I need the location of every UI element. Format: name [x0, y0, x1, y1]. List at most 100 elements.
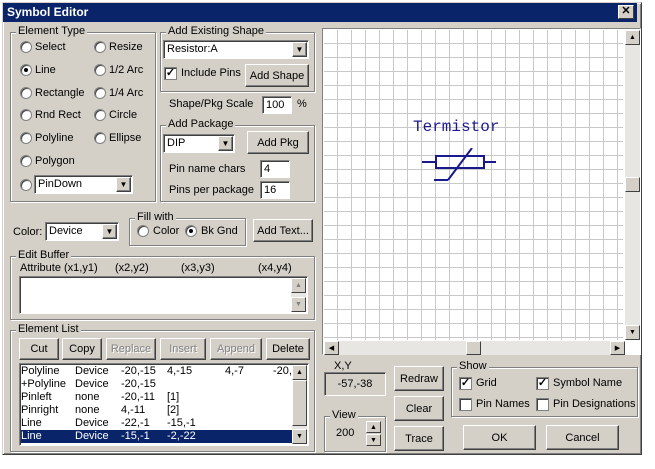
element-type-radio-1-2-arc[interactable] [94, 64, 106, 76]
element-list-row[interactable]: Line Device -15,-1 -2,-22 [21, 430, 307, 443]
arrow-left-icon: ◀ [328, 345, 335, 352]
show-pin-names-checkbox[interactable] [459, 398, 472, 411]
fill-color-radio[interactable] [137, 225, 149, 237]
color-label: Color: [13, 226, 43, 238]
element-list-cell-type: Line [21, 430, 42, 442]
element-list-cell-p2 [167, 378, 225, 391]
element-type-label-polyline: Polyline [35, 132, 74, 144]
edit-buffer-scroll-down-button[interactable]: ▼ [291, 297, 306, 312]
edit-buffer-textarea[interactable] [19, 276, 308, 314]
element-type-radio-polyline[interactable] [20, 132, 32, 144]
insert-button[interactable]: Insert [160, 338, 206, 360]
copy-button-label: Copy [69, 343, 95, 355]
view-zoom-down-button[interactable]: ▼ [366, 434, 381, 446]
add-text-button[interactable]: Add Text... [253, 219, 313, 242]
color-dropdown-button[interactable]: ▼ [102, 224, 117, 239]
element-type-radio-polygon[interactable] [20, 155, 32, 167]
chevron-down-icon: ▼ [105, 227, 114, 236]
canvas-scroll-left-button[interactable]: ◀ [324, 341, 339, 355]
shape-dropdown-button[interactable]: ▼ [292, 42, 307, 57]
canvas-scroll-up-button[interactable]: ▲ [625, 30, 640, 45]
cancel-button[interactable]: Cancel [546, 425, 619, 450]
arrow-up-icon: ▲ [295, 282, 302, 289]
append-button[interactable]: Append [210, 338, 262, 360]
element-list-cell-p3 [225, 391, 273, 404]
element-list-cell-p1: 4,-11 [121, 404, 146, 416]
fill-color-label: Color [153, 225, 180, 237]
canvas-scroll-right-button[interactable]: ▶ [610, 341, 625, 355]
element-list-cell-p2: [1] [167, 391, 180, 403]
pins-per-package-input[interactable]: 16 [260, 181, 290, 199]
xy-readout: -57,-38 [324, 372, 386, 396]
element-type-radio-1-4-arc[interactable] [94, 87, 106, 99]
element-type-radio-ellipse[interactable] [94, 132, 106, 144]
element-type-radio-rectangle[interactable] [20, 87, 32, 99]
element-list-cell-type: Line [21, 417, 42, 429]
package-dropdown-button[interactable]: ▼ [218, 136, 233, 151]
element-type-radio-line[interactable] [20, 64, 32, 76]
pin-direction-value: PinDown [38, 178, 83, 190]
replace-button[interactable]: Replace [106, 338, 156, 360]
element-list-row[interactable]: Polyline Device -20,-15 4,-15 4,-7 -20,-7 [21, 365, 307, 378]
element-list-row[interactable]: +Polyline Device -20,-15 [21, 378, 307, 391]
edit-buffer-label: Edit Buffer [16, 249, 72, 262]
canvas-scroll-down-button[interactable]: ▼ [625, 325, 640, 340]
fill-bkgnd-label: Bk Gnd [201, 225, 238, 237]
edit-buffer-header-x4y4: (x4,y4) [258, 262, 292, 274]
add-pkg-button[interactable]: Add Pkg [247, 131, 309, 154]
element-type-radio-resize[interactable] [94, 41, 106, 53]
show-grid-checkbox[interactable]: ✓ [459, 377, 472, 390]
thermistor-diagonal [447, 148, 473, 181]
element-type-radio-circle[interactable] [94, 109, 106, 121]
element-type-radio-rnd-rect[interactable] [20, 109, 32, 121]
element-type-radio-pin[interactable] [20, 179, 32, 191]
show-grid-label: Grid [476, 377, 497, 389]
delete-button-label: Delete [272, 343, 304, 355]
element-list-row[interactable]: Line Device -22,-1 -15,-1 [21, 417, 307, 430]
close-icon: ✕ [621, 5, 631, 17]
close-button[interactable]: ✕ [618, 5, 634, 19]
checkmark-icon: ✓ [460, 377, 471, 389]
pin-name-chars-label: Pin name chars [169, 163, 246, 175]
replace-button-label: Replace [110, 343, 152, 355]
element-list-row[interactable]: Pinright none 4,-11 [2] [21, 404, 307, 417]
element-list-cell-type: +Polyline [21, 378, 66, 390]
shape-select[interactable]: Resistor:A [163, 40, 309, 59]
element-list-box[interactable]: Polyline Device -20,-15 4,-15 4,-7 -20,-7 +Pol… [19, 363, 309, 446]
drawing-canvas[interactable]: Termistor [324, 30, 623, 340]
element-list-row[interactable]: Pinleft none -20,-11 [1] [21, 391, 307, 404]
arrow-up-icon: ▲ [370, 423, 377, 431]
element-type-radio-select[interactable] [20, 41, 32, 53]
element-list-scroll-up-button[interactable]: ▲ [292, 365, 307, 380]
add-shape-button[interactable]: Add Shape [245, 64, 309, 87]
element-list-scroll-down-button[interactable]: ▼ [292, 429, 307, 444]
show-pin-designations-checkbox[interactable] [536, 398, 549, 411]
show-symbol-name-checkbox[interactable]: ✓ [536, 377, 549, 390]
canvas-vertical-thumb[interactable] [625, 177, 640, 192]
pin-name-chars-value: 4 [264, 163, 271, 175]
cut-button-label: Cut [30, 343, 48, 355]
edit-buffer-scroll-up-button[interactable]: ▲ [291, 278, 306, 293]
clear-button[interactable]: Clear [394, 396, 444, 421]
view-zoom-up-button[interactable]: ▲ [366, 421, 381, 433]
element-type-label-rnd-rect: Rnd Rect [35, 109, 81, 121]
canvas-horizontal-thumb[interactable] [466, 341, 481, 355]
ok-button[interactable]: OK [463, 425, 536, 450]
element-list-cell-p2: -15,-1 [167, 417, 196, 429]
thermistor-symbol [422, 148, 496, 181]
element-list-cell-attr: Device [75, 417, 109, 429]
element-list-cell-p3 [225, 404, 273, 417]
scale-input[interactable]: 100 [262, 96, 292, 114]
include-pins-checkbox[interactable]: ✓ [164, 67, 177, 80]
delete-button[interactable]: Delete [266, 338, 310, 360]
copy-button[interactable]: Copy [62, 338, 102, 360]
element-list-scroll-thumb[interactable] [292, 380, 307, 426]
scale-value: 100 [266, 99, 285, 111]
pin-name-chars-input[interactable]: 4 [260, 160, 290, 178]
cut-button[interactable]: Cut [19, 338, 59, 360]
element-type-label-ellipse: Ellipse [109, 132, 142, 144]
pin-direction-dropdown-button[interactable]: ▼ [116, 177, 131, 192]
redraw-button[interactable]: Redraw [394, 366, 444, 391]
trace-button[interactable]: Trace [394, 426, 444, 451]
fill-bkgnd-radio[interactable] [185, 225, 197, 237]
